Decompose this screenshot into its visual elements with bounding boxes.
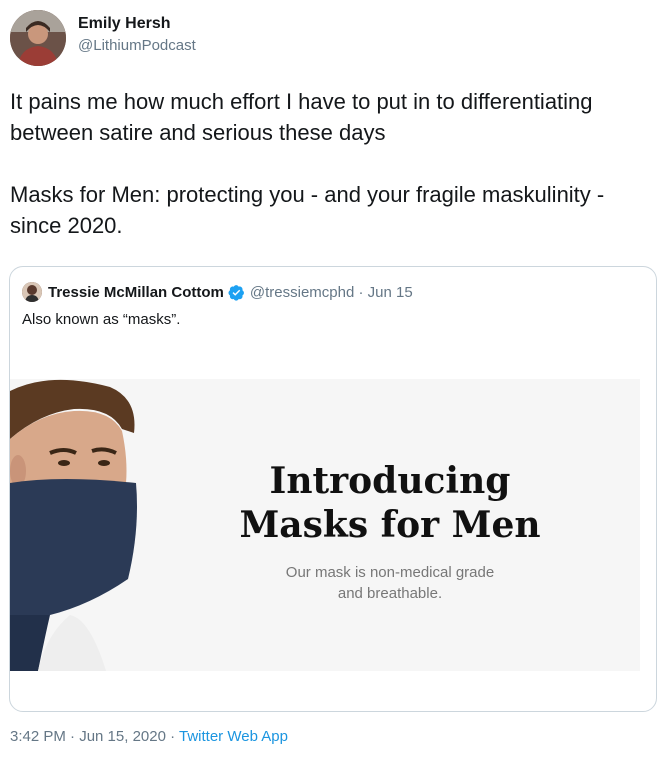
tweet-paragraph: It pains me how much effort I have to pu… (10, 89, 593, 145)
media-headline: Introducing Masks for Men (200, 459, 580, 547)
quoted-author-avatar[interactable] (22, 282, 42, 302)
media-subtitle-line: and breathable. (337, 585, 443, 602)
quoted-tweet-header: Tressie McMillan Cottom @tressiemcphd · … (22, 281, 413, 303)
tweet-source-link[interactable]: Twitter Web App (179, 728, 288, 745)
tweet-timestamp[interactable]: 3:42 PM · Jun 15, 2020 · (10, 728, 179, 745)
media-headline-line: Introducing (269, 460, 511, 502)
media-headline-line: Masks for Men (239, 504, 541, 546)
quoted-handle-date[interactable]: @tressiemcphd · Jun 15 (250, 284, 413, 301)
media-subtitle-line: Our mask is non-medical grade (285, 564, 495, 581)
quoted-tweet-text: Also known as “masks”. (22, 311, 181, 328)
author-avatar[interactable] (10, 10, 66, 66)
quoted-author-name[interactable]: Tressie McMillan Cottom (48, 284, 224, 301)
author-handle[interactable]: @LithiumPodcast (78, 37, 196, 54)
tweet-paragraph: Masks for Men: protecting you - and your… (10, 182, 605, 238)
author-name[interactable]: Emily Hersh (78, 15, 170, 33)
verified-badge-icon (228, 284, 245, 301)
media-subtitle: Our mask is non-medical grade and breath… (240, 562, 540, 604)
quoted-media-image[interactable]: Introducing Masks for Men Our mask is no… (10, 379, 640, 671)
man-with-mask-illustration (10, 379, 150, 671)
tweet-meta: 3:42 PM · Jun 15, 2020 · Twitter Web App (10, 728, 288, 745)
tweet-text: It pains me how much effort I have to pu… (10, 86, 650, 241)
quoted-tweet[interactable]: Tressie McMillan Cottom @tressiemcphd · … (9, 266, 657, 712)
